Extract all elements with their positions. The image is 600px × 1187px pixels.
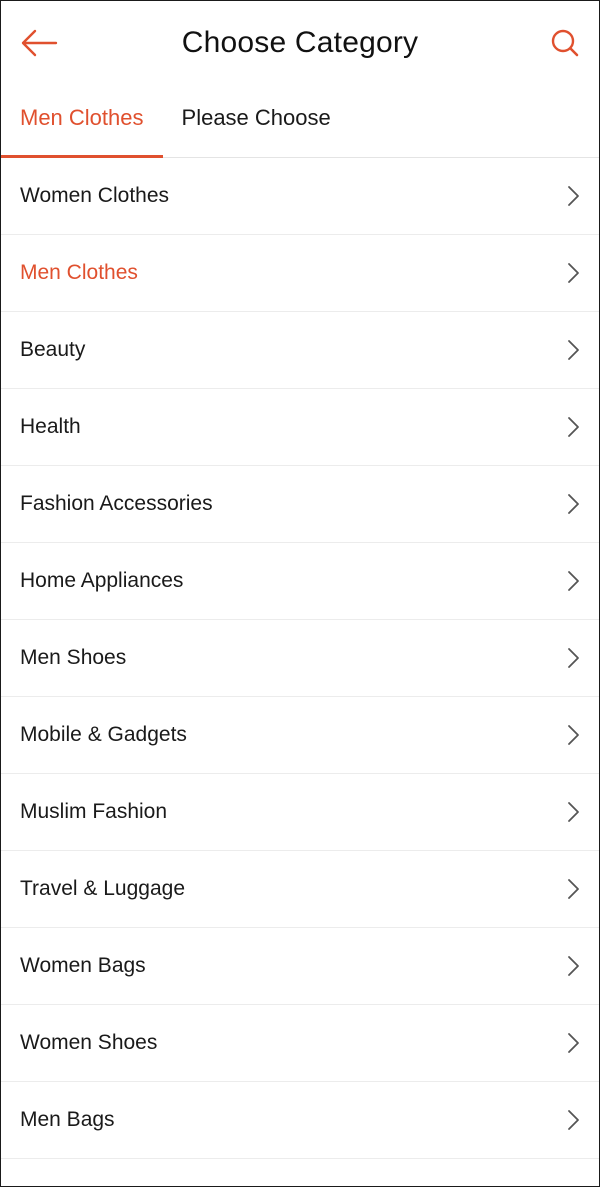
chevron-right-icon	[568, 1033, 579, 1053]
category-item-women-bags[interactable]: Women Bags	[1, 928, 599, 1005]
chevron-right-icon	[568, 956, 579, 976]
category-item-women-clothes[interactable]: Women Clothes	[1, 158, 599, 235]
tab-please-choose[interactable]: Please Choose	[163, 87, 350, 157]
category-item-mobile-gadgets[interactable]: Mobile & Gadgets	[1, 697, 599, 774]
top-bar: Choose Category	[1, 1, 599, 87]
category-item-beauty[interactable]: Beauty	[1, 312, 599, 389]
category-label: Home Appliances	[20, 569, 184, 592]
chevron-right-icon	[568, 571, 579, 591]
category-label: Women Bags	[20, 954, 146, 977]
category-label: Women Shoes	[20, 1031, 158, 1054]
chevron-right-icon	[568, 1110, 579, 1130]
chevron-right-icon	[568, 879, 579, 899]
category-item-men-clothes[interactable]: Men Clothes	[1, 235, 599, 312]
category-label: Health	[20, 415, 81, 438]
category-label: Women Clothes	[20, 184, 170, 207]
search-icon	[551, 29, 579, 57]
category-item-travel-luggage[interactable]: Travel & Luggage	[1, 851, 599, 928]
category-label: Travel & Luggage	[20, 877, 185, 900]
category-item-men-bags[interactable]: Men Bags	[1, 1082, 599, 1159]
category-label: Men Clothes	[20, 261, 138, 284]
category-breadcrumb-tabs: Men Clothes Please Choose	[1, 87, 599, 158]
category-item-home-appliances[interactable]: Home Appliances	[1, 543, 599, 620]
category-list: Women Clothes Men Clothes Beauty Health …	[1, 158, 599, 1159]
category-label: Men Shoes	[20, 646, 127, 669]
category-label: Beauty	[20, 338, 86, 361]
category-item-fashion-accessories[interactable]: Fashion Accessories	[1, 466, 599, 543]
category-label: Men Bags	[20, 1108, 115, 1131]
category-label: Fashion Accessories	[20, 492, 213, 515]
category-item-muslim-fashion[interactable]: Muslim Fashion	[1, 774, 599, 851]
category-label: Muslim Fashion	[20, 800, 168, 823]
chevron-right-icon	[568, 802, 579, 822]
category-label: Mobile & Gadgets	[20, 723, 187, 746]
search-button[interactable]	[543, 21, 587, 65]
chevron-right-icon	[568, 648, 579, 668]
category-item-men-shoes[interactable]: Men Shoes	[1, 620, 599, 697]
app-screen: Choose Category Men Clothes Please Choos…	[0, 0, 600, 1187]
chevron-right-icon	[568, 725, 579, 745]
category-item-women-shoes[interactable]: Women Shoes	[1, 1005, 599, 1082]
tab-men-clothes[interactable]: Men Clothes	[1, 87, 163, 158]
chevron-right-icon	[568, 263, 579, 283]
chevron-right-icon	[568, 417, 579, 437]
chevron-right-icon	[568, 186, 579, 206]
category-item-health[interactable]: Health	[1, 389, 599, 466]
page-title: Choose Category	[181, 26, 419, 59]
chevron-right-icon	[568, 340, 579, 360]
chevron-right-icon	[568, 494, 579, 514]
